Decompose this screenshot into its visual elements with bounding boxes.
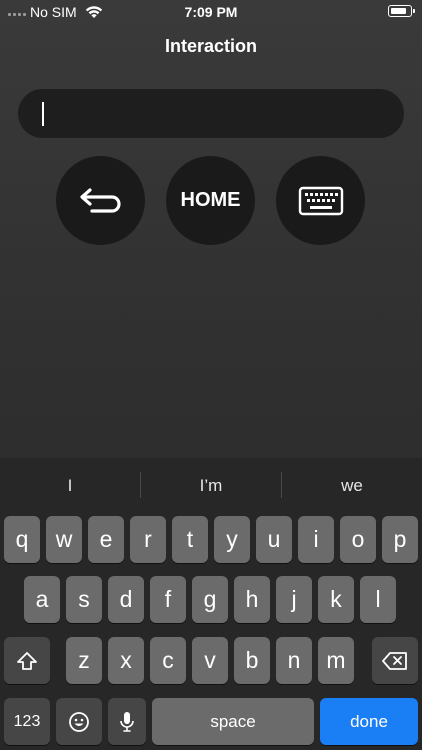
key-h[interactable]: h <box>234 576 270 623</box>
key-l[interactable]: l <box>360 576 396 623</box>
done-key[interactable]: done <box>320 698 418 745</box>
dictation-key[interactable] <box>108 698 146 745</box>
keyboard: I I’m we q w e r t y u i o p a s d f g h… <box>0 458 422 750</box>
battery-icon <box>388 5 415 17</box>
return-arrow-icon <box>79 187 121 213</box>
shift-icon <box>17 651 37 670</box>
home-button[interactable]: HOME <box>166 156 255 245</box>
suggestion-item[interactable]: we <box>282 458 422 514</box>
shift-key[interactable] <box>4 637 50 684</box>
status-time: 7:09 PM <box>184 4 238 20</box>
emoji-icon <box>69 711 89 732</box>
key-u[interactable]: u <box>256 516 292 563</box>
key-c[interactable]: c <box>150 637 186 684</box>
status-bar: No SIM 7:09 PM <box>0 0 422 24</box>
delete-icon <box>382 651 407 670</box>
key-o[interactable]: o <box>340 516 376 563</box>
key-j[interactable]: j <box>276 576 312 623</box>
key-w[interactable]: w <box>46 516 82 563</box>
key-x[interactable]: x <box>108 637 144 684</box>
key-b[interactable]: b <box>234 637 270 684</box>
text-caret <box>42 102 44 126</box>
delete-key[interactable] <box>372 637 418 684</box>
key-s[interactable]: s <box>66 576 102 623</box>
key-r[interactable]: r <box>130 516 166 563</box>
key-g[interactable]: g <box>192 576 228 623</box>
home-label: HOME <box>180 189 241 211</box>
suggestion-bar: I I’m we <box>0 458 422 514</box>
key-m[interactable]: m <box>318 637 354 684</box>
key-n[interactable]: n <box>276 637 312 684</box>
space-key[interactable]: space <box>152 698 314 745</box>
emoji-key[interactable] <box>56 698 102 745</box>
numbers-key[interactable]: 123 <box>4 698 50 745</box>
key-k[interactable]: k <box>318 576 354 623</box>
key-t[interactable]: t <box>172 516 208 563</box>
back-button[interactable] <box>56 156 145 245</box>
suggestion-item[interactable]: I <box>0 458 140 514</box>
keyboard-icon <box>298 186 343 215</box>
key-e[interactable]: e <box>88 516 124 563</box>
key-d[interactable]: d <box>108 576 144 623</box>
text-input[interactable] <box>18 89 404 138</box>
key-i[interactable]: i <box>298 516 334 563</box>
key-q[interactable]: q <box>4 516 40 563</box>
key-a[interactable]: a <box>24 576 60 623</box>
key-p[interactable]: p <box>382 516 418 563</box>
microphone-icon <box>120 711 134 732</box>
keyboard-button[interactable] <box>276 156 365 245</box>
page-title: Interaction <box>164 36 257 56</box>
key-y[interactable]: y <box>214 516 250 563</box>
suggestion-item[interactable]: I’m <box>141 458 281 514</box>
key-f[interactable]: f <box>150 576 186 623</box>
key-z[interactable]: z <box>66 637 102 684</box>
key-v[interactable]: v <box>192 637 228 684</box>
